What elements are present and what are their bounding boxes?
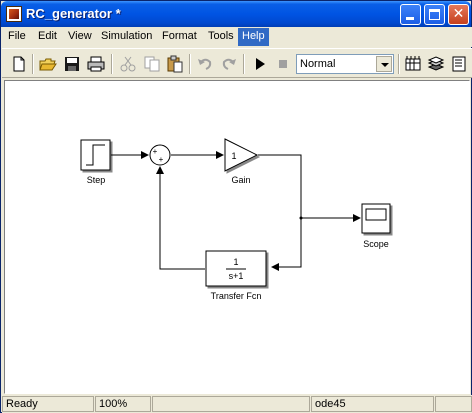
window-title: RC_generator * xyxy=(26,6,121,21)
transfer-fcn-block[interactable]: 1 s+1 Transfer Fcn xyxy=(205,250,267,301)
menu-bar: File Edit View Simulation Format Tools H… xyxy=(2,27,472,47)
gain-block[interactable]: 1 Gain xyxy=(224,138,259,185)
menu-view[interactable]: View xyxy=(66,30,94,42)
new-icon[interactable] xyxy=(10,55,28,73)
debug-icon[interactable] xyxy=(450,55,468,73)
close-icon: ✕ xyxy=(452,6,465,22)
toolbar-separator xyxy=(398,54,400,74)
cut-icon[interactable] xyxy=(119,55,137,73)
model-explorer-icon[interactable] xyxy=(427,55,445,73)
menu-tools[interactable]: Tools xyxy=(206,30,236,42)
simulation-mode-value: Normal xyxy=(300,58,336,70)
toolbar-separator xyxy=(189,54,191,74)
model-canvas[interactable]: Step + + 1 Gain Scope 1 s+1 Transfer Fcn xyxy=(4,80,470,394)
gain-value: 1 xyxy=(231,151,236,161)
minimize-button[interactable] xyxy=(400,4,421,25)
zoom-level: 100% xyxy=(95,396,151,412)
menu-format[interactable]: Format xyxy=(160,30,199,42)
menu-help[interactable]: Help xyxy=(238,28,269,46)
scope-screen-icon xyxy=(365,208,387,221)
copy-icon[interactable] xyxy=(143,55,161,73)
start-simulation-icon[interactable] xyxy=(251,55,269,73)
menu-file[interactable]: File xyxy=(6,30,28,42)
solver-name: ode45 xyxy=(311,396,434,412)
toolbar-separator xyxy=(32,54,34,74)
save-icon[interactable] xyxy=(63,55,81,73)
minimize-icon xyxy=(406,17,414,20)
stop-simulation-icon[interactable] xyxy=(274,55,292,73)
toolbar: Normal xyxy=(2,48,472,78)
menu-simulation[interactable]: Simulation xyxy=(99,30,154,42)
toolbar-separator xyxy=(243,54,245,74)
gain-label: Gain xyxy=(231,175,250,185)
simulation-mode-select[interactable]: Normal xyxy=(296,54,394,74)
step-label: Step xyxy=(87,175,106,185)
status-cell-resize xyxy=(435,396,472,412)
paste-icon[interactable] xyxy=(166,55,184,73)
undo-icon[interactable] xyxy=(196,55,214,73)
signal-feedback-to-sum[interactable] xyxy=(156,166,205,270)
title-bar[interactable]: RC_generator * ✕ xyxy=(1,1,471,27)
block-diagram: Step + + 1 Gain Scope 1 s+1 Transfer Fcn xyxy=(80,138,391,301)
maximize-icon xyxy=(429,9,440,20)
simulink-app-icon[interactable] xyxy=(6,6,22,22)
maximize-button[interactable] xyxy=(424,4,445,25)
transfer-fcn-denominator: s+1 xyxy=(229,271,244,281)
open-icon[interactable] xyxy=(39,55,57,73)
step-block[interactable]: Step xyxy=(80,139,111,185)
status-bar: Ready 100% ode45 xyxy=(2,395,472,413)
print-icon[interactable] xyxy=(87,55,105,73)
sum-sign-2: + xyxy=(159,155,164,164)
simulink-model-window: RC_generator * ✕ File Edit View Simulati… xyxy=(0,0,472,413)
menu-edit[interactable]: Edit xyxy=(36,30,59,42)
redo-icon[interactable] xyxy=(220,55,238,73)
library-browser-icon[interactable] xyxy=(404,55,422,73)
toolbar-separator xyxy=(111,54,113,74)
sum-block[interactable]: + + xyxy=(149,144,171,166)
close-button[interactable]: ✕ xyxy=(448,4,469,25)
sum-sign-1: + xyxy=(153,147,158,156)
scope-block[interactable]: Scope xyxy=(361,203,391,249)
gain-triangle[interactable] xyxy=(224,138,259,172)
transfer-fcn-label: Transfer Fcn xyxy=(211,291,262,301)
status-cell-empty xyxy=(152,396,310,412)
chevron-down-icon[interactable] xyxy=(376,56,392,72)
branch-point xyxy=(299,216,303,220)
transfer-fcn-numerator: 1 xyxy=(233,257,238,267)
signal-gain-to-transfer-fcn[interactable] xyxy=(258,154,302,271)
status-text: Ready xyxy=(2,396,94,412)
scope-label: Scope xyxy=(363,239,389,249)
